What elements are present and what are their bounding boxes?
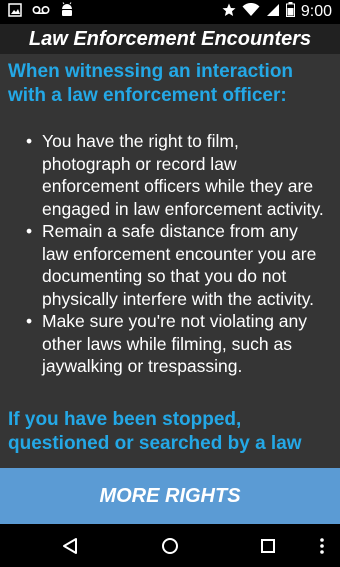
content-scroll-area[interactable]: When witnessing an interaction with a la…: [0, 54, 340, 468]
rights-list: You have the right to film, photograph o…: [0, 130, 340, 378]
status-right-icons: 9:00: [222, 2, 332, 22]
list-item: Remain a safe distance from any law enfo…: [26, 220, 328, 310]
navigation-bar: [0, 524, 340, 567]
section-heading-stopped: If you have been stopped, questioned or …: [8, 408, 302, 454]
signal-icon: [266, 3, 280, 22]
app-bar: Law Enforcement Encounters: [0, 24, 340, 54]
section-heading-witnessing: When witnessing an interaction with a la…: [8, 61, 294, 106]
status-bar: 9:00: [0, 0, 340, 24]
home-button[interactable]: [145, 524, 195, 567]
back-button[interactable]: [45, 524, 95, 567]
star-icon: [222, 3, 236, 22]
list-item: You have the right to film, photograph o…: [26, 130, 328, 220]
more-rights-button[interactable]: MORE RIGHTS: [0, 468, 340, 524]
list-item: Make sure you're not violating any other…: [26, 310, 328, 378]
android-icon: [60, 1, 74, 23]
battery-icon: [285, 2, 295, 22]
recents-icon: [261, 538, 275, 553]
back-icon: [63, 537, 77, 554]
image-icon: [8, 2, 22, 22]
wifi-icon: [242, 2, 260, 22]
recents-button[interactable]: [243, 524, 293, 567]
more-vert-icon: [320, 537, 324, 554]
app-title: Law Enforcement Encounters: [28, 28, 312, 50]
status-time: 9:00: [300, 3, 332, 20]
home-icon: [162, 537, 178, 554]
overflow-menu-button[interactable]: [297, 524, 340, 567]
status-left-icons: [8, 1, 74, 23]
voicemail-icon: [32, 3, 50, 21]
